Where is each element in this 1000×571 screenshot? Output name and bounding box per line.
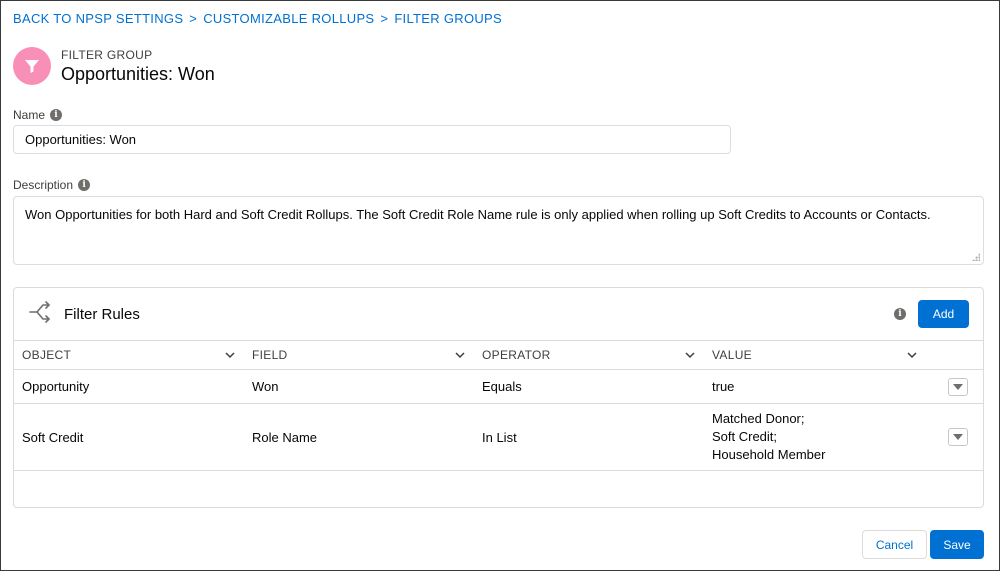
column-header-object[interactable]: OBJECT [14, 341, 244, 369]
name-label-group: Name i [13, 108, 63, 122]
caret-down-icon [953, 434, 963, 440]
breadcrumb-separator: > [189, 11, 198, 26]
chevron-down-icon[interactable] [906, 349, 918, 361]
value-item: Soft Credit; [712, 429, 778, 444]
column-header-label: OPERATOR [482, 348, 551, 362]
filter-rules-card: Filter Rules i Add OBJECT FIELD OPERATOR… [13, 287, 984, 508]
info-icon[interactable]: i [50, 109, 63, 121]
column-header-field[interactable]: FIELD [244, 341, 474, 369]
row-actions-button[interactable] [948, 377, 968, 396]
filter-rules-icon [28, 300, 52, 329]
breadcrumb-back-to-npsp-settings[interactable]: BACK TO NPSP SETTINGS [13, 11, 183, 26]
filter-rules-header: Filter Rules i Add [14, 288, 983, 340]
breadcrumb-filter-groups[interactable]: FILTER GROUPS [394, 11, 502, 26]
column-header-label: FIELD [252, 348, 288, 362]
cell-operator: In List [482, 429, 517, 445]
cell-object: Opportunity [22, 379, 90, 394]
table-row: Opportunity Won Equals true [14, 370, 983, 404]
column-header-operator[interactable]: OPERATOR [474, 341, 704, 369]
cell-operator: Equals [482, 379, 522, 394]
description-label: Description [13, 178, 74, 192]
chevron-down-icon[interactable] [454, 349, 466, 361]
chevron-down-icon[interactable] [684, 349, 696, 361]
breadcrumb-customizable-rollups[interactable]: CUSTOMIZABLE ROLLUPS [203, 11, 374, 26]
column-header-label: VALUE [712, 348, 752, 362]
name-input[interactable]: Opportunities: Won [13, 125, 731, 154]
resize-grip-icon[interactable] [972, 253, 980, 261]
value-item: Household Member [712, 447, 826, 462]
cell-field: Role Name [252, 429, 318, 445]
cell-field: Won [252, 379, 279, 394]
cancel-button[interactable]: Cancel [862, 530, 927, 559]
caret-down-icon [953, 383, 963, 390]
column-header-label: OBJECT [22, 348, 72, 362]
table-header: OBJECT FIELD OPERATOR VALUE [14, 340, 983, 370]
row-actions-button[interactable] [948, 428, 968, 446]
column-header-value[interactable]: VALUE [704, 341, 926, 369]
value-item: true [712, 378, 735, 394]
value-item: Matched Donor; [712, 411, 805, 426]
name-label: Name [13, 108, 46, 122]
breadcrumb-separator: > [380, 11, 389, 26]
description-textarea[interactable]: Won Opportunities for both Hard and Soft… [13, 196, 984, 265]
page-title: Opportunities: Won [61, 63, 215, 84]
page-eyebrow: FILTER GROUP [61, 47, 153, 62]
breadcrumb: BACK TO NPSP SETTINGS > CUSTOMIZABLE ROL… [13, 11, 502, 26]
add-button[interactable]: Add [918, 300, 969, 328]
save-button[interactable]: Save [930, 530, 984, 559]
description-text: Won Opportunities for both Hard and Soft… [25, 207, 931, 222]
cell-object: Soft Credit [22, 429, 84, 445]
chevron-down-icon[interactable] [224, 349, 236, 361]
cell-value: true [704, 378, 926, 396]
filter-icon [13, 47, 51, 85]
info-icon[interactable]: i [78, 179, 91, 191]
page-header: FILTER GROUP Opportunities: Won [13, 47, 215, 85]
filter-rules-title: Filter Rules [64, 305, 140, 323]
description-label-group: Description i [13, 178, 91, 192]
info-icon[interactable]: i [894, 308, 906, 320]
cell-value: Matched Donor; Soft Credit; Household Me… [704, 410, 926, 464]
table-row: Soft Credit Role Name In List Matched Do… [14, 404, 983, 471]
